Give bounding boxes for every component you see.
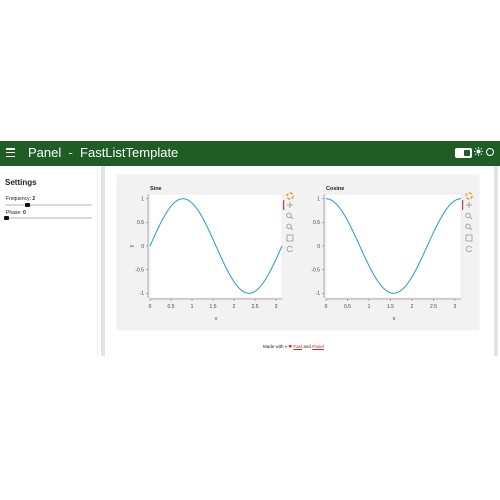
plots-card	[117, 175, 479, 330]
heart-icon: ❤	[288, 344, 293, 349]
phase-slider-track[interactable]	[5, 217, 92, 219]
sidebar-scrollbar[interactable]	[101, 166, 105, 356]
hamburger-icon[interactable]	[6, 148, 15, 158]
frequency-slider-track[interactable]	[5, 204, 92, 206]
main-scrollbar[interactable]	[494, 166, 498, 356]
theme-toggle-icon[interactable]	[455, 148, 472, 158]
circle-icon[interactable]	[486, 148, 494, 156]
phase-slider-label: Phase: 0	[6, 210, 26, 216]
frequency-slider-handle[interactable]	[25, 203, 30, 207]
sidebar: Settings Frequency: 2 Phase: 0	[0, 166, 98, 356]
frequency-slider-label: Frequency: 2	[6, 196, 36, 202]
fast-link[interactable]: Fast	[293, 344, 302, 349]
app-header: Panel - FastListTemplate	[0, 141, 500, 166]
snake-icon: ♦	[284, 344, 288, 349]
footer-sep: and	[303, 344, 311, 349]
footer: Made with ♦ ❤ Fast and Panel	[263, 344, 324, 350]
sidebar-title: Settings	[5, 178, 37, 187]
app-title: Panel - FastListTemplate	[28, 145, 179, 160]
phase-slider-handle[interactable]	[4, 216, 9, 220]
panel-link[interactable]: Panel	[312, 344, 324, 349]
footer-prefix: Made with	[263, 344, 284, 349]
sun-icon[interactable]	[474, 147, 483, 156]
